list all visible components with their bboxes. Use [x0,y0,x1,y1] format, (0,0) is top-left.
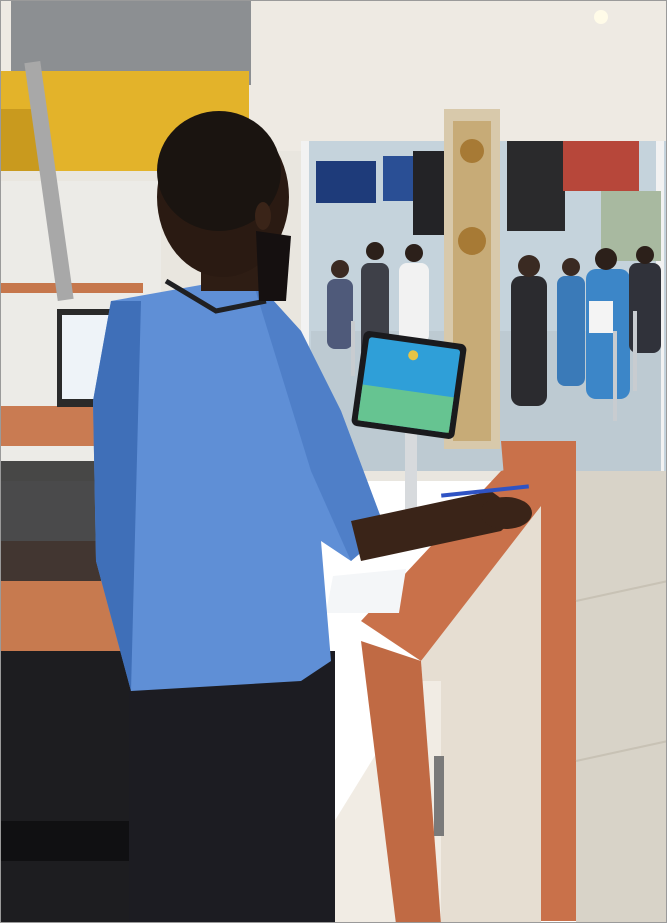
door-hinge [434,756,444,836]
floor [576,471,666,922]
ceiling-light [594,10,608,24]
red-poster [563,141,639,191]
airport-counter-photo [0,0,667,923]
display-screen [316,161,376,203]
tablet-stand [405,421,417,511]
dark-screen [507,141,565,231]
office-chair [1,651,151,922]
pillar-carving-motif [458,227,486,255]
pillar-carving-motif [460,139,484,163]
tablet [351,331,467,439]
papers [326,569,406,613]
cables-area [1,461,101,581]
dark-screen [413,151,447,235]
display-screen [383,156,415,201]
chair-armrest [1,821,151,861]
